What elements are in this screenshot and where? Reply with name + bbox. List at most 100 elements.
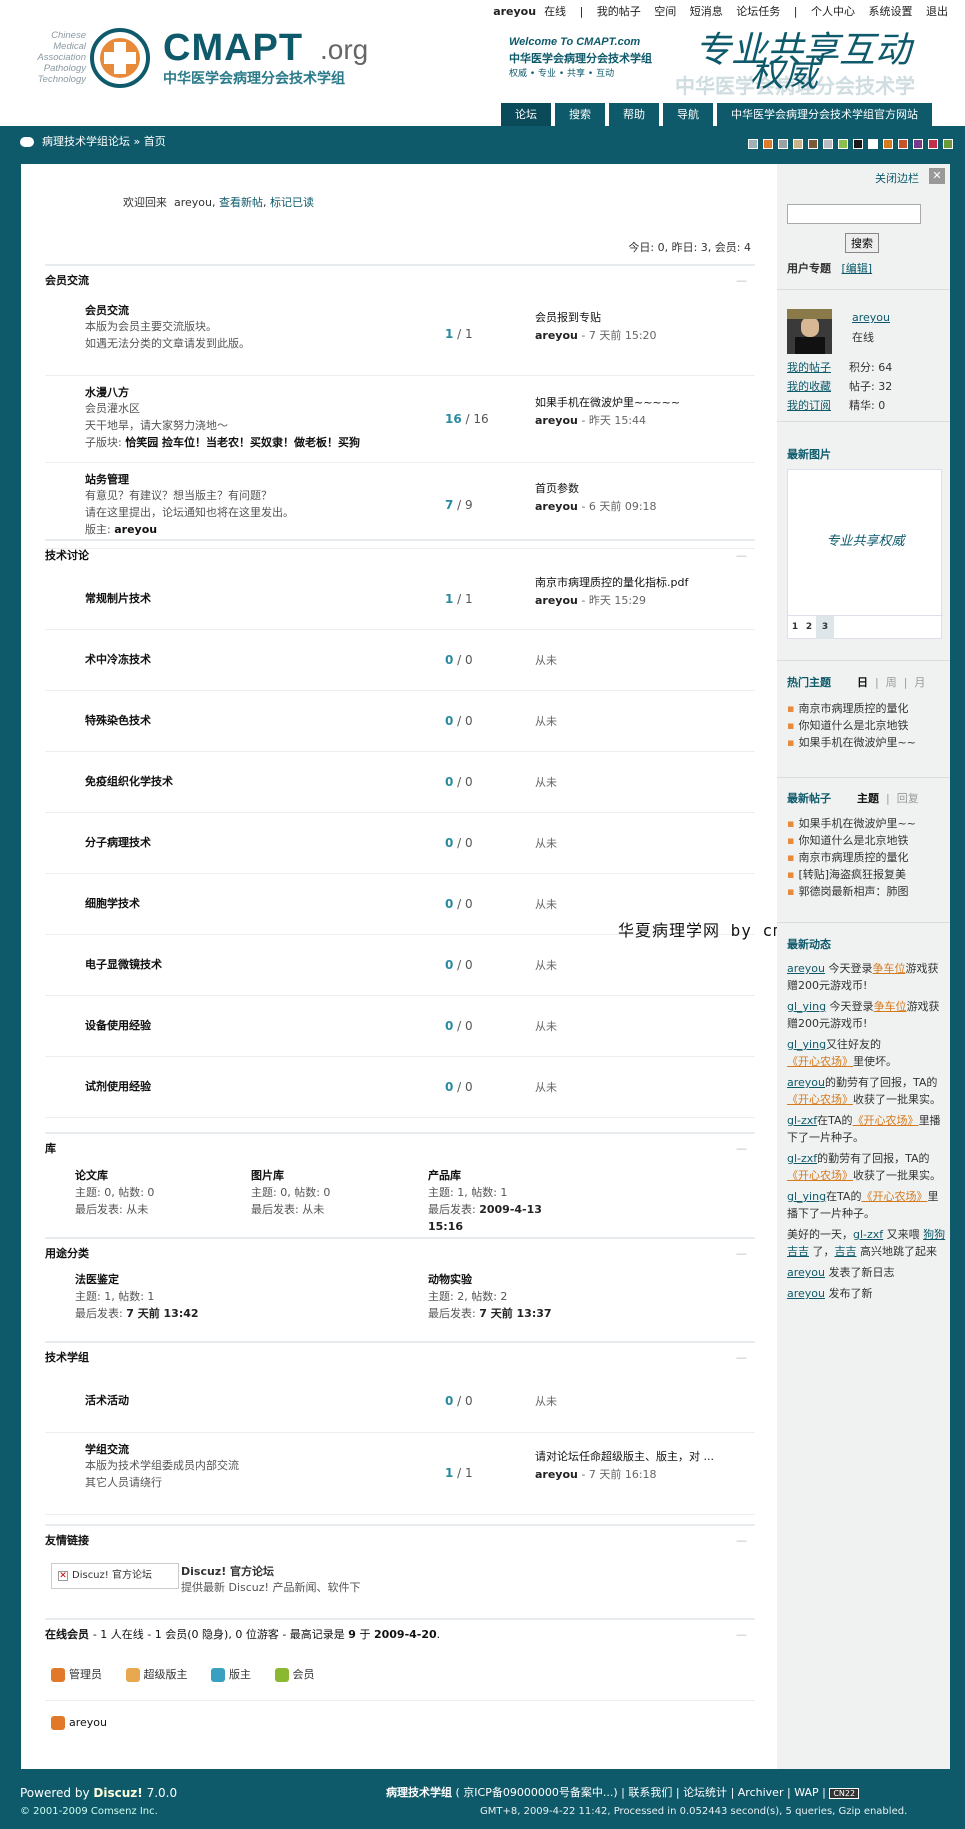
link-profile[interactable]: 个人中心 <box>811 3 855 19</box>
tab-forum[interactable]: 论坛 <box>501 103 551 126</box>
style-swatch[interactable] <box>763 139 773 149</box>
tab-day[interactable]: 日 <box>857 676 868 689</box>
icp-number[interactable]: ( 京ICP备09000000号备案中...) <box>456 1786 618 1799</box>
mark-read-link[interactable]: 标记已读 <box>270 196 314 209</box>
my-subscriptions-link[interactable]: 我的订阅 <box>787 399 831 412</box>
forum-name[interactable]: 细胞学技术 <box>85 895 140 911</box>
link-my-posts[interactable]: 我的帖子 <box>597 3 641 19</box>
close-sidebar-link[interactable]: 关闭边栏 <box>875 170 919 186</box>
last-post-title[interactable]: 如果手机在微波炉里~~~~~ <box>535 394 680 412</box>
my-posts-link[interactable]: 我的帖子 <box>787 361 831 374</box>
library-name[interactable]: 论文库 <box>75 1167 154 1184</box>
wap-link[interactable]: WAP <box>794 1786 818 1799</box>
collapse-icon[interactable]: — <box>736 1343 747 1373</box>
close-icon[interactable]: ✕ <box>929 168 945 184</box>
tab-guide[interactable]: 导航 <box>663 103 713 126</box>
tab-help[interactable]: 帮助 <box>609 103 659 126</box>
feed-user[interactable]: gl_ying <box>787 1000 826 1013</box>
group-header[interactable]: 库 — <box>45 1132 755 1160</box>
current-user[interactable]: areyou <box>493 5 536 18</box>
tab-topics[interactable]: 主题 <box>857 792 879 805</box>
library-name[interactable]: 图片库 <box>251 1167 330 1184</box>
feed-link[interactable]: 《开心农场》 <box>787 1093 853 1106</box>
last-post-author[interactable]: areyou <box>535 500 578 513</box>
style-swatch[interactable] <box>808 139 818 149</box>
breadcrumb-forum[interactable]: 病理技术学组论坛 <box>42 135 130 148</box>
style-swatch[interactable] <box>748 139 758 149</box>
feed-user[interactable]: areyou <box>787 962 825 975</box>
style-swatch[interactable] <box>913 139 923 149</box>
feed-user[interactable]: areyou <box>787 1287 825 1300</box>
forum-name[interactable]: 站务管理 <box>85 471 129 487</box>
slide-page-3[interactable]: 3 <box>816 616 834 639</box>
feed-user[interactable]: areyou <box>787 1076 825 1089</box>
forum-name[interactable]: 水漫八方 <box>85 384 129 400</box>
sidebar-search-button[interactable]: 搜索 <box>845 233 879 253</box>
group-header[interactable]: 用途分类 — <box>45 1237 755 1265</box>
avatar[interactable] <box>787 309 832 354</box>
hot-topic-item[interactable]: ▪ 南京市病理质控的量化 <box>787 700 916 717</box>
forum-name[interactable]: 学组交流 <box>85 1441 129 1457</box>
forum-name[interactable]: 试剂使用经验 <box>85 1078 151 1094</box>
my-favorites-link[interactable]: 我的收藏 <box>787 380 831 393</box>
feed-user[interactable]: gl_ying <box>787 1190 826 1203</box>
edit-topics-link[interactable]: [编辑] <box>842 262 873 275</box>
new-post-item[interactable]: ▪ 郭德岗最新相声：肺图 <box>787 883 916 900</box>
last-post-author[interactable]: areyou <box>535 594 578 607</box>
feed-link[interactable]: 争车位 <box>874 1000 907 1013</box>
tab-search[interactable]: 搜索 <box>555 103 605 126</box>
discuz-link[interactable]: Discuz! <box>93 1786 142 1800</box>
category-name[interactable]: 法医鉴定 <box>75 1271 199 1288</box>
archiver-link[interactable]: Archiver <box>738 1786 784 1799</box>
subforum-links[interactable]: 恰笑园 捡车位！当老农！买奴隶！做老板！买狗 <box>125 436 360 449</box>
style-swatch[interactable] <box>778 139 788 149</box>
collapse-icon[interactable]: — <box>736 541 747 571</box>
feed-link[interactable]: 《开心农场》 <box>853 1114 919 1127</box>
group-header[interactable]: 会员交流 — <box>45 264 755 292</box>
friend-link-title[interactable]: Discuz! 官方论坛 <box>181 1563 274 1579</box>
friend-link-image[interactable]: ✕ Discuz! 官方论坛 <box>51 1563 179 1589</box>
tab-month[interactable]: 月 <box>914 676 925 689</box>
style-swatch[interactable] <box>898 139 908 149</box>
forum-name[interactable]: 常规制片技术 <box>85 590 151 606</box>
last-post-title[interactable]: 南京市病理质控的量化指标.pdf <box>535 574 688 592</box>
tab-week[interactable]: 周 <box>886 676 897 689</box>
new-post-item[interactable]: ▪ [转贴]海盗疯狂报复美 <box>787 866 916 883</box>
feed-link[interactable]: 争车位 <box>873 962 906 975</box>
tab-official-site[interactable]: 中华医学会病理分会技术学组官方网站 <box>717 103 932 126</box>
style-swatch[interactable] <box>883 139 893 149</box>
site-logo[interactable]: Chinese Medical Association Pathology Techno… <box>30 28 380 92</box>
forum-name[interactable]: 电子显微镜技术 <box>85 956 162 972</box>
forum-name[interactable]: 术中冷冻技术 <box>85 651 151 667</box>
sidebar-search-input[interactable] <box>787 204 921 224</box>
new-post-item[interactable]: ▪ 你知道什么是北京地铁 <box>787 832 916 849</box>
feed-link[interactable]: 吉吉 <box>835 1245 857 1258</box>
feed-user[interactable]: gl_ying <box>787 1038 826 1051</box>
collapse-icon[interactable]: — <box>736 1526 747 1556</box>
last-post-author[interactable]: areyou <box>535 1468 578 1481</box>
stats-link[interactable]: 论坛统计 <box>683 1786 727 1799</box>
forum-name[interactable]: 会员交流 <box>85 302 129 318</box>
last-post-title[interactable]: 请对论坛任命超级版主、版主，对 ... <box>535 1448 714 1466</box>
online-user[interactable]: areyou <box>69 1716 107 1729</box>
group-header[interactable]: 友情链接 — <box>45 1524 755 1552</box>
collapse-icon[interactable]: — <box>736 1620 747 1650</box>
forum-name[interactable]: 免疫组织化学技术 <box>85 773 173 789</box>
feed-user[interactable]: areyou <box>787 1266 825 1279</box>
forum-name[interactable]: 设备使用经验 <box>85 1017 151 1033</box>
tab-replies[interactable]: 回复 <box>897 792 919 805</box>
feed-user[interactable]: gl-zxf <box>787 1152 817 1165</box>
link-space[interactable]: 空间 <box>654 3 676 19</box>
style-swatch[interactable] <box>943 139 953 149</box>
link-tasks[interactable]: 论坛任务 <box>736 3 780 19</box>
library-name[interactable]: 产品库 <box>428 1167 542 1184</box>
slide-page-2[interactable]: 2 <box>802 616 816 639</box>
style-swatch[interactable] <box>823 139 833 149</box>
feed-link[interactable]: 《开心农场》 <box>861 1190 927 1203</box>
online-header[interactable]: 在线会员 - 1 人在线 - 1 会员(0 隐身), 0 位游客 - 最高记录是… <box>45 1618 755 1646</box>
last-post-author[interactable]: areyou <box>535 414 578 427</box>
new-post-item[interactable]: ▪ 如果手机在微波炉里~~ <box>787 815 916 832</box>
style-swatch[interactable] <box>928 139 938 149</box>
feed-link[interactable]: 《开心农场》 <box>787 1055 853 1068</box>
last-post-title[interactable]: 会员报到专贴 <box>535 309 657 327</box>
